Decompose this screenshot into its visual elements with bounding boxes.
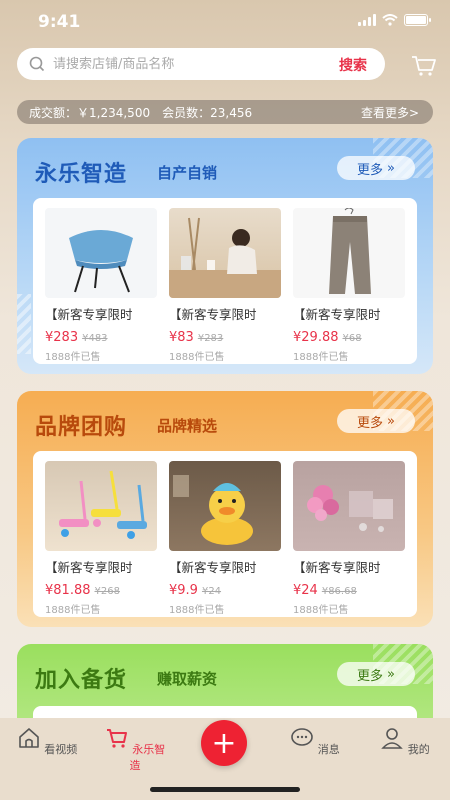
tab-watch-video[interactable]: 看视频 — [12, 726, 82, 757]
product-prices: ¥9.9 ¥24 — [169, 579, 281, 598]
product-original-price: ¥483 — [82, 333, 108, 344]
product-prices: ¥24 ¥86.68 — [293, 579, 405, 598]
product-name: 【新客专享限时 — [169, 560, 257, 575]
section-subtitle: 赚取薪资 — [157, 670, 218, 688]
kids-scooters-image — [45, 461, 157, 551]
status-bar: 9:41 — [0, 0, 450, 40]
product-list: 【新客专享限时 ¥81.88 ¥268 1888件已售 【新客专享限时 ¥9.9 ¥… — [33, 451, 417, 617]
turnover-stat: 成交额：￥1,234,500 — [29, 104, 150, 121]
product-card[interactable]: 【新客专享限时 ¥83 ¥283 1888件已售 — [169, 208, 281, 363]
product-prices: ¥81.88 ¥268 — [45, 579, 157, 598]
woman-at-desk-image — [169, 208, 281, 298]
product-price: ¥283 — [45, 330, 79, 345]
product-name: 【新客专享限时 — [293, 560, 381, 575]
product-sold: 1888件已售 — [293, 352, 349, 363]
search-row: 搜索 — [17, 48, 437, 82]
product-name: 【新客专享限时 — [45, 560, 133, 575]
more-button[interactable]: 更多 » — [337, 662, 415, 686]
product-price: ¥83 — [169, 330, 194, 345]
product-sold: 1888件已售 — [45, 605, 101, 616]
turnover-label: 成交额： — [29, 105, 78, 120]
status-icons — [358, 14, 431, 26]
product-sold: 1888件已售 — [293, 605, 349, 616]
cart-icon[interactable] — [411, 54, 437, 78]
cart-icon — [106, 729, 127, 748]
product-card[interactable]: 【新客专享限时 ¥283 ¥483 1888件已售 — [45, 208, 157, 363]
stats-bar: 成交额：￥1,234,500 会员数：23,456 查看更多> — [17, 100, 433, 124]
product-original-price: ¥68 — [342, 333, 362, 344]
tab-label: 我的 — [407, 743, 430, 756]
product-original-price: ¥283 — [197, 333, 224, 344]
product-original-price: ¥24 — [201, 586, 222, 597]
product-original-price: ¥86.68 — [321, 586, 357, 597]
product-name: 【新客专享限时 — [293, 307, 381, 322]
product-price: ¥24 — [293, 583, 318, 598]
search-button[interactable]: 搜索 — [339, 55, 367, 75]
blue-chair-image — [45, 208, 157, 298]
double-chevron-right-icon: » — [387, 666, 395, 682]
section-subtitle: 自产自销 — [157, 164, 218, 182]
status-time: 9:41 — [38, 12, 81, 32]
turnover-value: ￥1,234,500 — [77, 105, 151, 120]
more-button[interactable]: 更多 » — [337, 409, 415, 433]
pink-flowers-image — [293, 461, 405, 551]
product-prices: ¥29.88 ¥68 — [293, 326, 405, 345]
tab-label: 消息 — [317, 743, 340, 756]
double-chevron-right-icon: » — [387, 160, 395, 176]
more-button[interactable]: 更多 » — [337, 156, 415, 180]
double-chevron-right-icon: » — [387, 413, 395, 429]
product-name: 【新客专享限时 — [169, 307, 257, 322]
more-label: 更多 — [357, 415, 384, 431]
product-sold: 1888件已售 — [169, 605, 225, 616]
search-icon — [29, 56, 45, 72]
tab-label: 看视频 — [44, 743, 78, 756]
members-value: 23,456 — [210, 105, 253, 120]
grey-trousers-image — [293, 208, 405, 298]
product-card[interactable]: 【新客专享限时 ¥29.88 ¥68 1888件已售 — [293, 208, 405, 363]
product-card[interactable]: 【新客专享限时 ¥81.88 ¥268 1888件已售 — [45, 461, 157, 616]
section-brand-group-buy: 品牌团购 品牌精选 更多 » 【新客专享限时 ¥81.88 ¥268 1888件已… — [17, 391, 433, 627]
product-price: ¥9.9 — [169, 583, 198, 598]
section-title: 加入备货 — [35, 668, 128, 693]
section-title: 永乐智造 — [35, 162, 128, 187]
plus-icon: + — [211, 725, 237, 761]
more-label: 更多 — [357, 162, 384, 178]
product-sold: 1888件已售 — [169, 352, 225, 363]
tab-profile[interactable]: 我的 — [370, 726, 440, 757]
add-button[interactable]: + — [201, 720, 247, 766]
more-label: 更多 — [357, 668, 384, 684]
tab-yongle-zhizao[interactable]: 永乐智造 — [100, 726, 170, 773]
battery-icon — [404, 14, 431, 26]
chat-icon — [291, 728, 314, 746]
tab-bar: 看视频 永乐智造 + 消息 我的 — [0, 718, 450, 800]
product-original-price: ¥268 — [94, 586, 120, 597]
product-list: 【新客专享限时 ¥283 ¥483 1888件已售 【新客专享限时 ¥83 ¥283… — [33, 198, 417, 364]
view-more-link[interactable]: 查看更多> — [361, 104, 419, 121]
product-prices: ¥283 ¥483 — [45, 326, 157, 345]
search-box[interactable]: 搜索 — [17, 48, 385, 80]
section-yongle-zhizao: 永乐智造 自产自销 更多 » 【新客专享限时 ¥283¥483 1888件已售 — [17, 138, 433, 374]
members-stat: 会员数：23,456 — [162, 104, 252, 121]
tab-messages[interactable]: 消息 — [280, 726, 350, 757]
product-card[interactable]: 【新客专享限时 ¥9.9 ¥24 1888件已售 — [169, 461, 281, 616]
product-price: ¥81.88 — [45, 583, 91, 598]
product-sold: 1888件已售 — [45, 352, 101, 363]
home-indicator — [150, 787, 300, 792]
home-icon — [18, 728, 39, 748]
section-subtitle: 品牌精选 — [157, 417, 218, 435]
product-price: ¥29.88 — [293, 330, 339, 345]
product-card[interactable]: 【新客专享限时 ¥24 ¥86.68 1888件已售 — [293, 461, 405, 616]
tab-label: 永乐智造 — [129, 743, 166, 772]
product-prices: ¥83 ¥283 — [169, 326, 281, 345]
signal-icon — [358, 14, 376, 26]
members-label: 会员数： — [162, 105, 211, 120]
product-name: 【新客专享限时 — [45, 307, 133, 322]
search-input[interactable] — [53, 48, 323, 80]
user-icon — [381, 728, 404, 749]
duck-toy-image — [169, 461, 281, 551]
section-title: 品牌团购 — [35, 415, 128, 440]
wifi-icon — [382, 14, 398, 26]
